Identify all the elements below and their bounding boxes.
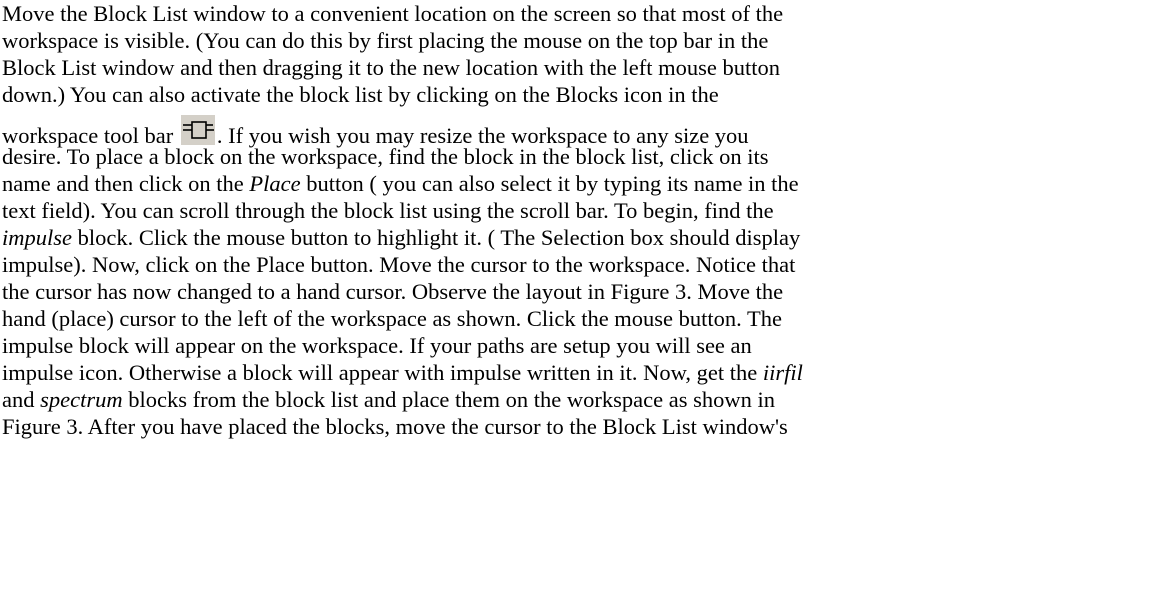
italic-term: iirfil	[762, 360, 803, 385]
text-line: impulse block. Click the mouse button to…	[2, 224, 800, 251]
text-line: and spectrum blocks from the block list …	[2, 386, 775, 413]
text-span: impulse icon. Otherwise a block will app…	[2, 360, 763, 385]
italic-term: spectrum	[40, 387, 123, 412]
text-line: text field). You can scroll through the …	[2, 198, 774, 223]
text-line: the cursor has now changed to a hand cur…	[2, 279, 784, 304]
text-line: Move the Block List window to a convenie…	[2, 1, 784, 26]
text-line: workspace is visible. (You can do this b…	[2, 28, 769, 53]
text-span: block. Click the mouse button to highlig…	[72, 225, 801, 250]
italic-term: impulse	[2, 225, 72, 250]
text-line: hand (place) cursor to the left of the w…	[2, 306, 782, 331]
italic-term: Place	[249, 171, 301, 196]
text-line: down.) You can also activate the block l…	[2, 82, 719, 107]
text-line: impulse). Now, click on the Place button…	[2, 252, 796, 277]
text-span: button ( you can also select it by typin…	[300, 171, 799, 196]
text-span: and	[2, 387, 41, 412]
text-span: name and then click on the	[2, 171, 250, 196]
text-line: name and then click on the Place button …	[2, 170, 799, 197]
blocks-icon	[180, 115, 215, 145]
text-line: Figure 3. After you have placed the bloc…	[2, 414, 788, 439]
text-line: desire. To place a block on the workspac…	[2, 144, 769, 169]
text-line: impulse icon. Otherwise a block will app…	[2, 359, 803, 386]
text-line: impulse block will appear on the workspa…	[2, 333, 752, 358]
text-span: blocks from the block list and place the…	[122, 387, 775, 412]
text-line: Block List window and then dragging it t…	[2, 55, 780, 80]
